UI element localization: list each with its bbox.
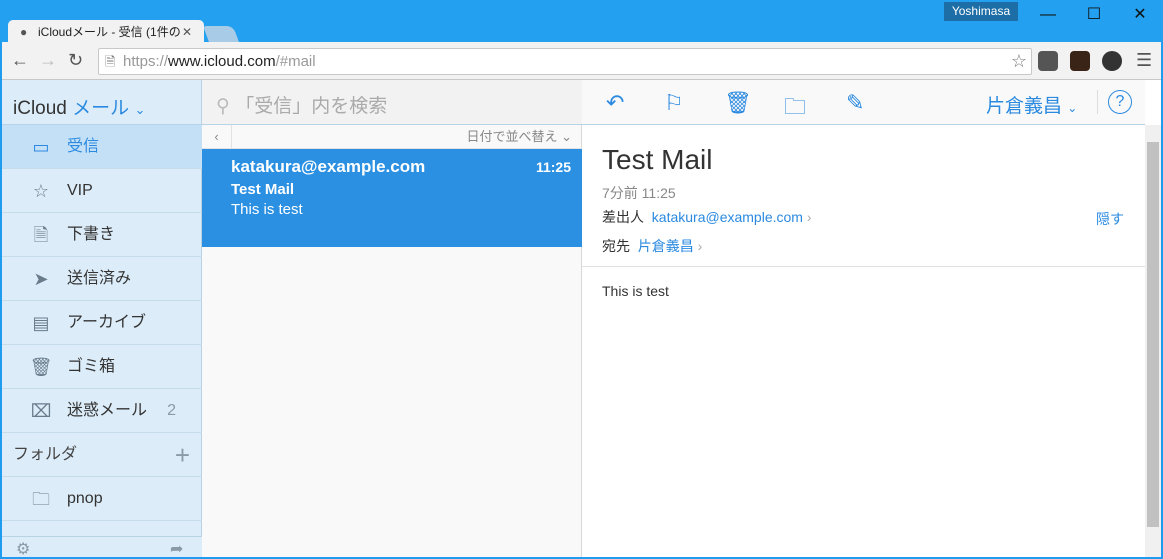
- url-host: www.icloud.com: [168, 53, 276, 70]
- hide-details-link[interactable]: 隠す: [1096, 209, 1124, 229]
- folders-header: フォルダ +: [2, 433, 202, 477]
- profile-button[interactable]: Yoshimasa: [944, 2, 1018, 21]
- message-from: katakura@example.com: [231, 157, 426, 176]
- item-label: 迷惑メール: [67, 402, 148, 419]
- maximize-button[interactable]: ☐: [1071, 0, 1117, 30]
- message-subject: Test Mail: [231, 181, 295, 198]
- minimize-button[interactable]: —: [1025, 0, 1071, 30]
- search-placeholder: 「受信」内を検索: [235, 96, 388, 117]
- archive-icon: ▤: [32, 313, 50, 333]
- chevron-left-icon[interactable]: ‹: [202, 125, 232, 149]
- tab-close-icon[interactable]: ✕: [182, 20, 192, 44]
- reader-toolbar: ↶ ⚐ 🗑 🗀 ✎ 片倉義昌 ⌄ ?: [582, 80, 1145, 125]
- trash-icon[interactable]: 🗑: [724, 90, 752, 116]
- message-preview: This is test: [231, 201, 303, 218]
- divider: [582, 266, 1145, 267]
- chevron-down-icon: ⌄: [134, 102, 146, 117]
- message-list: ⚲ 「受信」内を検索 ‹ 日付で並べ替え ⌄ katakura@example.…: [202, 80, 582, 557]
- folder-icon: 🗀: [32, 489, 50, 509]
- item-label: アーカイブ: [67, 314, 147, 331]
- reload-icon[interactable]: ↻: [68, 50, 83, 71]
- item-label: 受信: [67, 138, 100, 155]
- message-time: 11:25: [535, 159, 571, 175]
- sidebar-item-junk[interactable]: ⌧ 迷惑メール 2: [2, 389, 202, 433]
- forward-icon[interactable]: →: [39, 50, 57, 71]
- compose-icon[interactable]: ✎: [846, 90, 864, 116]
- url-path: /#mail: [275, 53, 316, 70]
- reply-icon[interactable]: ↶: [606, 90, 624, 116]
- add-folder-icon[interactable]: +: [175, 433, 190, 477]
- item-label: VIP: [67, 182, 93, 199]
- to-link[interactable]: 片倉義昌: [638, 238, 694, 254]
- sidebar-item-archive[interactable]: ▤ アーカイブ: [2, 301, 202, 345]
- tab-title: iCloudメール - 受信 (1件の: [38, 25, 181, 39]
- from-row: 差出人 katakura@example.com ›: [602, 209, 812, 225]
- sidebar-footer: ⚙ ➦: [2, 536, 202, 559]
- send-icon: ➤: [33, 269, 49, 289]
- item-label: ゴミ箱: [67, 358, 116, 375]
- folder-icon[interactable]: 🗀: [784, 90, 806, 128]
- icloud-mail-app: iCloud メール ⌄ ▭ 受信 ☆ VIP 🗎 下書き ➤ 送信済み ▤ アーカイブ …: [2, 80, 1161, 559]
- pocket-icon[interactable]: [1038, 51, 1058, 71]
- page-icon: 🗎: [105, 54, 116, 69]
- sidebar-item-vip[interactable]: ☆ VIP: [2, 169, 202, 213]
- sidebar-item-trash[interactable]: 🗑 ゴミ箱: [2, 345, 202, 389]
- from-label: 差出人: [602, 209, 644, 225]
- item-label: pnop: [67, 490, 103, 507]
- account-menu[interactable]: 片倉義昌 ⌄: [986, 91, 1077, 118]
- browser-tab[interactable]: ● iCloudメール - 受信 (1件の ✕: [8, 20, 204, 44]
- sidebar-item-drafts[interactable]: 🗎 下書き: [2, 213, 202, 257]
- help-icon[interactable]: ?: [1108, 90, 1132, 114]
- to-row: 宛先 片倉義昌 ›: [602, 238, 703, 254]
- folder-item-pnop[interactable]: 🗀 pnop: [2, 477, 202, 521]
- to-label: 宛先: [602, 238, 630, 254]
- divider: [1097, 90, 1098, 114]
- extension-avatar-icon[interactable]: [1070, 51, 1090, 71]
- app-name: メール: [72, 98, 130, 119]
- sidebar-item-sent[interactable]: ➤ 送信済み: [2, 257, 202, 301]
- brand: iCloud: [13, 98, 67, 119]
- flag-icon[interactable]: ⚐: [664, 90, 684, 116]
- close-button[interactable]: ✕: [1117, 0, 1163, 30]
- new-tab-button[interactable]: [203, 26, 239, 42]
- sidebar: iCloud メール ⌄ ▭ 受信 ☆ VIP 🗎 下書き ➤ 送信済み ▤ アーカイブ …: [2, 80, 202, 559]
- sort-bar: ‹ 日付で並べ替え ⌄: [202, 125, 582, 149]
- document-icon: 🗎: [33, 225, 49, 245]
- junk-icon: ⌧: [30, 401, 52, 421]
- reading-pane: ↶ ⚐ 🗑 🗀 ✎ 片倉義昌 ⌄ ? Test Mail 7分前 11:25 差…: [582, 80, 1145, 557]
- from-link[interactable]: katakura@example.com: [652, 209, 803, 225]
- message-item[interactable]: katakura@example.com 11:25 Test Mail Thi…: [202, 149, 582, 247]
- share-icon[interactable]: ➦: [170, 539, 183, 559]
- back-icon[interactable]: ←: [11, 50, 29, 71]
- mail-subject: Test Mail: [602, 144, 713, 175]
- item-label: 下書き: [67, 226, 116, 243]
- sort-label: 日付で並べ替え: [466, 129, 558, 144]
- mail-body: This is test: [602, 283, 669, 299]
- inbox-icon: ▭: [32, 137, 50, 157]
- menu-icon[interactable]: ☰: [1136, 50, 1152, 71]
- search-input[interactable]: ⚲ 「受信」内を検索: [202, 80, 582, 125]
- bookmark-star-icon[interactable]: ☆: [1011, 49, 1027, 74]
- gear-icon[interactable]: ⚙: [16, 539, 30, 559]
- scrollbar-thumb[interactable]: [1147, 142, 1159, 527]
- folders-label: フォルダ: [13, 446, 78, 463]
- extension-icon[interactable]: [1102, 51, 1122, 71]
- account-name: 片倉義昌: [986, 96, 1063, 117]
- apple-icon: ●: [20, 25, 28, 39]
- trash-icon: 🗑: [29, 357, 53, 377]
- item-label: 送信済み: [67, 270, 132, 287]
- app-switcher[interactable]: iCloud メール ⌄: [2, 80, 202, 125]
- browser-toolbar: ← → ↻ 🗎 https://www.icloud.com/#mail ☆ ☰: [2, 42, 1161, 80]
- sidebar-item-inbox[interactable]: ▭ 受信: [2, 125, 202, 169]
- unread-count: 2: [167, 402, 176, 419]
- url-scheme: https://: [123, 53, 169, 70]
- address-bar[interactable]: 🗎 https://www.icloud.com/#mail ☆: [98, 48, 1032, 75]
- search-icon: ⚲: [216, 96, 230, 117]
- sort-button[interactable]: 日付で並べ替え ⌄: [466, 125, 572, 149]
- mail-date: 7分前 11:25: [602, 185, 676, 201]
- star-icon: ☆: [32, 181, 50, 201]
